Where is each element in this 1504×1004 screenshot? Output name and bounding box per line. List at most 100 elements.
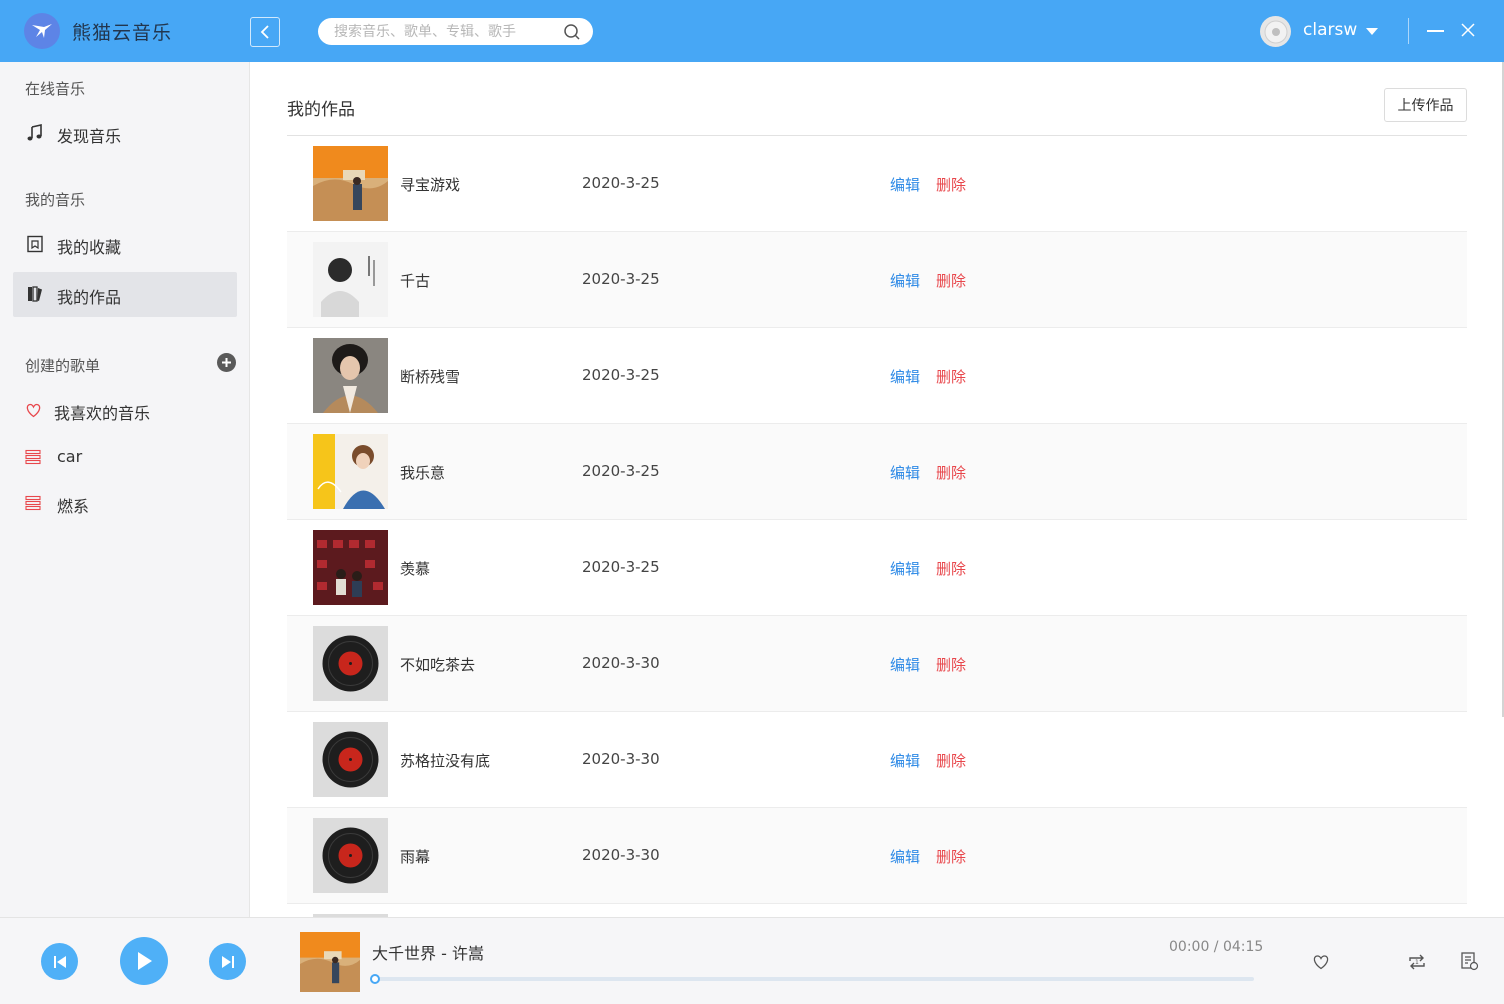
sidebar-item-playlist[interactable]: 我喜欢的音乐 xyxy=(13,388,237,433)
delete-button[interactable]: 删除 xyxy=(936,174,966,195)
album-cover xyxy=(313,242,388,317)
table-row[interactable]: 苏格拉没有底 2020-3-30 编辑 删除 xyxy=(287,712,1467,808)
album-cover xyxy=(313,146,388,221)
song-date: 2020-3-25 xyxy=(582,558,660,576)
playlist-queue-icon[interactable] xyxy=(1458,950,1480,972)
minimize-icon[interactable] xyxy=(1427,22,1445,38)
sidebar-item-discover[interactable]: 发现音乐 xyxy=(13,111,237,156)
song-date: 2020-3-30 xyxy=(582,654,660,672)
edit-button[interactable]: 编辑 xyxy=(890,270,920,291)
delete-button[interactable]: 删除 xyxy=(936,558,966,579)
username[interactable]: clarsw xyxy=(1303,20,1357,40)
table-row[interactable]: 我乐意 2020-3-25 编辑 删除 xyxy=(287,424,1467,520)
now-playing-title: 大千世界 - 许嵩 xyxy=(372,944,484,963)
delete-button[interactable]: 删除 xyxy=(936,750,966,771)
table-row[interactable]: 羡慕 2020-3-25 编辑 删除 xyxy=(287,520,1467,616)
upload-button[interactable]: 上传作品 xyxy=(1384,88,1467,122)
sidebar-item-label: 我的收藏 xyxy=(57,238,122,257)
sidebar-item-label: 我喜欢的音乐 xyxy=(54,404,151,423)
edit-button[interactable]: 编辑 xyxy=(890,846,920,867)
table-row[interactable]: 千古 2020-3-25 编辑 删除 xyxy=(287,232,1467,328)
skip-next-icon xyxy=(221,955,234,968)
player-bar: 大千世界 - 许嵩 00:00 / 04:15 1 xyxy=(0,917,1504,1004)
edit-button[interactable]: 编辑 xyxy=(890,750,920,771)
edit-button[interactable]: 编辑 xyxy=(890,366,920,387)
playlist-icon xyxy=(23,493,43,513)
previous-button[interactable] xyxy=(41,943,78,980)
song-name: 寻宝游戏 xyxy=(400,176,461,194)
delete-button[interactable]: 删除 xyxy=(936,366,966,387)
play-button[interactable] xyxy=(120,937,168,985)
page-title: 我的作品 xyxy=(287,100,355,120)
delete-button[interactable]: 删除 xyxy=(936,846,966,867)
sidebar: 在线音乐 发现音乐 我的音乐 我的收藏 我的作品 创建的歌单 我喜欢的音乐 ca… xyxy=(0,62,250,917)
table-row[interactable]: 不如吃茶去 2020-3-30 编辑 删除 xyxy=(287,616,1467,712)
user-avatar[interactable] xyxy=(1260,16,1291,47)
next-button[interactable] xyxy=(209,943,246,980)
song-name: 不如吃茶去 xyxy=(400,656,476,674)
song-name: 苏格拉没有底 xyxy=(400,752,491,770)
vinyl-icon xyxy=(313,626,388,701)
vinyl-icon xyxy=(313,722,388,797)
edit-button[interactable]: 编辑 xyxy=(890,174,920,195)
back-button[interactable] xyxy=(250,17,280,47)
top-bar: 熊猫云音乐 clarsw xyxy=(0,0,1504,62)
skip-previous-icon xyxy=(53,955,66,968)
song-name: 雨幕 xyxy=(400,848,431,866)
add-playlist-button[interactable] xyxy=(217,353,236,372)
song-date: 2020-3-25 xyxy=(582,270,660,288)
song-date: 2020-3-25 xyxy=(582,174,660,192)
delete-button[interactable]: 删除 xyxy=(936,654,966,675)
chevron-left-icon xyxy=(260,25,269,39)
sidebar-item-playlist[interactable]: car xyxy=(13,435,237,480)
sidebar-heading-playlists: 创建的歌单 xyxy=(25,357,101,375)
app-title: 熊猫云音乐 xyxy=(72,22,173,44)
sidebar-item-playlist[interactable]: 燃系 xyxy=(13,481,237,526)
song-date: 2020-3-30 xyxy=(582,846,660,864)
progress-bar[interactable] xyxy=(375,977,1254,981)
heart-icon xyxy=(23,400,43,420)
like-heart-icon[interactable] xyxy=(1310,951,1332,973)
time-display: 00:00 / 04:15 xyxy=(1169,939,1264,955)
topbar-divider xyxy=(1408,18,1409,44)
song-name: 断桥残雪 xyxy=(400,368,461,386)
table-row[interactable]: 断桥残雪 2020-3-25 编辑 删除 xyxy=(287,328,1467,424)
caret-down-icon[interactable] xyxy=(1366,28,1378,36)
search-box[interactable] xyxy=(318,18,593,45)
main-content: 我的作品 上传作品 寻宝游戏 2020-3-25 编辑 删除 千古 2020-3… xyxy=(251,62,1504,917)
delete-button[interactable]: 删除 xyxy=(936,270,966,291)
plus-icon xyxy=(222,358,231,367)
repeat-icon[interactable]: 1 xyxy=(1406,951,1428,973)
works-icon xyxy=(25,284,45,304)
sidebar-item-favorites[interactable]: 我的收藏 xyxy=(13,222,237,267)
album-cover xyxy=(313,338,388,413)
delete-button[interactable]: 删除 xyxy=(936,462,966,483)
table-row[interactable] xyxy=(287,904,1467,917)
sidebar-item-label: 我的作品 xyxy=(57,288,122,307)
sidebar-item-label: car xyxy=(57,447,83,466)
edit-button[interactable]: 编辑 xyxy=(890,462,920,483)
song-name: 羡慕 xyxy=(400,560,431,578)
song-name: 我乐意 xyxy=(400,464,446,482)
vinyl-icon xyxy=(313,818,388,893)
sidebar-item-my-works[interactable]: 我的作品 xyxy=(13,272,237,317)
song-date: 2020-3-25 xyxy=(582,462,660,480)
sidebar-heading-online: 在线音乐 xyxy=(25,80,86,98)
table-row[interactable]: 雨幕 2020-3-30 编辑 删除 xyxy=(287,808,1467,904)
progress-handle[interactable] xyxy=(370,974,380,984)
favorites-icon xyxy=(25,234,45,254)
sidebar-item-label: 发现音乐 xyxy=(57,127,122,146)
playlist-icon xyxy=(23,447,43,467)
song-date: 2020-3-30 xyxy=(582,750,660,768)
music-note-icon xyxy=(25,123,45,143)
search-icon[interactable] xyxy=(563,23,581,41)
table-row[interactable]: 寻宝游戏 2020-3-25 编辑 删除 xyxy=(287,136,1467,232)
now-playing-cover[interactable] xyxy=(300,932,360,992)
song-list: 寻宝游戏 2020-3-25 编辑 删除 千古 2020-3-25 编辑 删除 … xyxy=(287,136,1467,917)
close-icon[interactable] xyxy=(1460,22,1476,38)
album-cover xyxy=(313,530,388,605)
edit-button[interactable]: 编辑 xyxy=(890,558,920,579)
edit-button[interactable]: 编辑 xyxy=(890,654,920,675)
album-cover xyxy=(313,434,388,509)
search-input[interactable] xyxy=(334,22,559,42)
